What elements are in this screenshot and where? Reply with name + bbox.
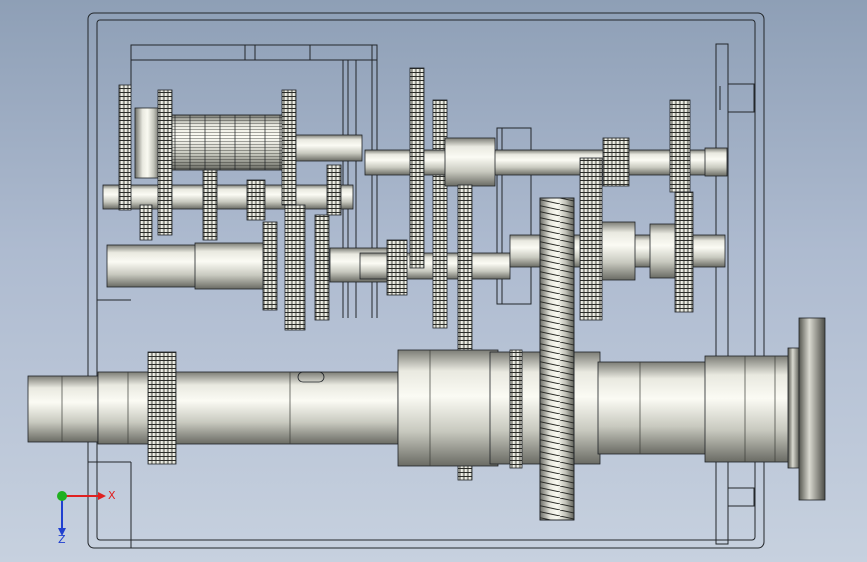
z-axis-label: Z — [58, 533, 66, 544]
shaft — [704, 147, 728, 177]
shaft — [704, 355, 791, 463]
shaft — [444, 137, 496, 187]
y-axis-dot — [57, 491, 67, 501]
flange — [798, 317, 826, 501]
gear — [281, 89, 297, 206]
gear — [579, 157, 603, 321]
shaft — [106, 244, 203, 288]
shaft — [97, 371, 399, 445]
gear — [262, 221, 278, 311]
gear — [139, 204, 153, 241]
shaft — [597, 361, 709, 455]
gear — [326, 164, 342, 216]
flange — [787, 347, 801, 469]
gear — [147, 351, 177, 465]
gear — [284, 204, 306, 331]
gear — [432, 99, 448, 329]
gear — [509, 349, 523, 469]
shaft — [289, 134, 363, 162]
gear — [669, 99, 691, 193]
gear — [118, 84, 132, 211]
gear — [674, 191, 694, 313]
gear — [134, 107, 161, 179]
gear — [157, 89, 173, 236]
gear — [246, 179, 266, 221]
shaft-end — [27, 375, 99, 443]
gearbox-assembly[interactable] — [0, 0, 867, 562]
gear — [602, 137, 630, 187]
gear — [386, 239, 408, 296]
gear — [202, 169, 218, 241]
shaft — [194, 242, 266, 290]
gear — [409, 67, 425, 269]
x-axis-label: X — [108, 489, 116, 502]
cad-viewport[interactable]: X Z — [0, 0, 867, 562]
gear — [314, 214, 330, 321]
coordinate-triad: X Z — [57, 489, 116, 544]
x-arrow-head — [98, 492, 106, 500]
hub — [397, 349, 499, 467]
